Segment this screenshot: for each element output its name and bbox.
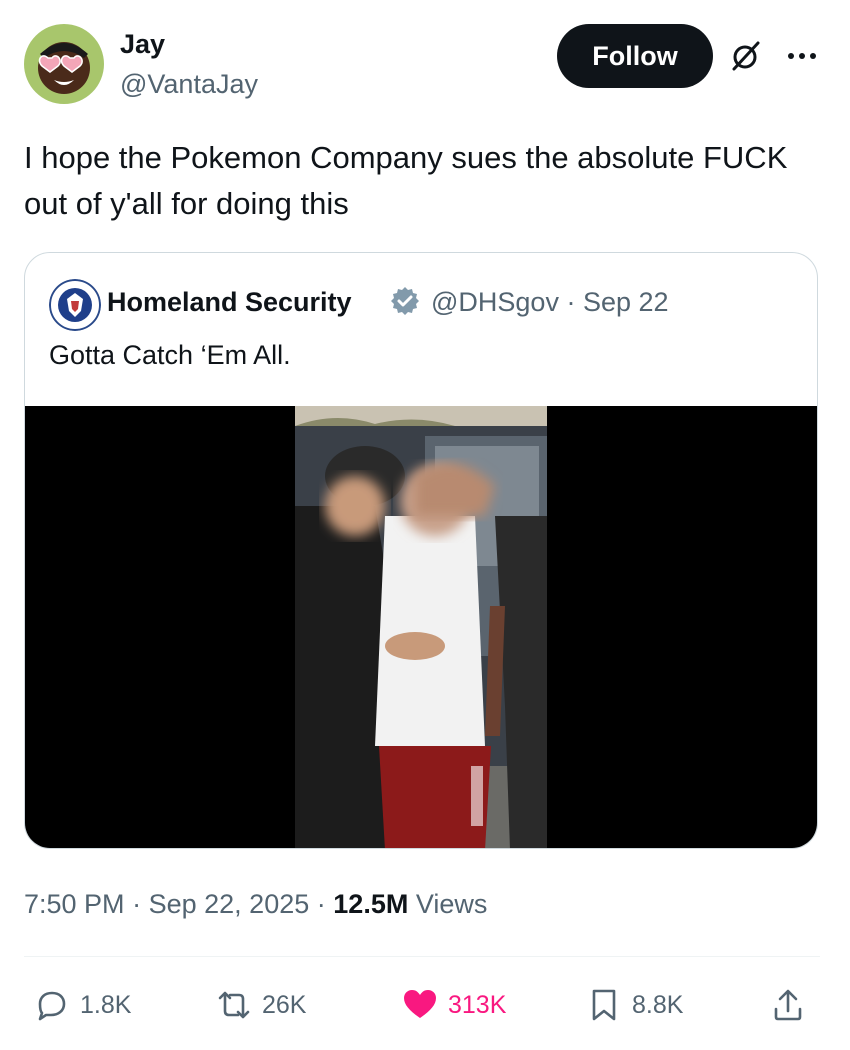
quote-date[interactable]: Sep 22 (583, 287, 669, 317)
reply-count: 1.8K (80, 990, 132, 1019)
bookmark-button[interactable]: 8.8K (586, 978, 683, 1032)
quote-media[interactable] (25, 406, 817, 848)
tweet-text: I hope the Pokemon Company sues the abso… (24, 140, 788, 221)
more-icon[interactable] (784, 38, 820, 74)
quote-meta: @DHSgov · Sep 22 (431, 285, 669, 319)
quote-separator: · (566, 287, 576, 317)
meta-separator: · (132, 889, 142, 919)
like-count: 313K (448, 990, 507, 1019)
share-icon (774, 989, 802, 1021)
quote-author-handle[interactable]: @DHSgov (431, 287, 559, 317)
views-label: Views (415, 889, 488, 919)
avatar-heart-sunglasses-icon (24, 24, 104, 104)
like-button[interactable]: 313K (402, 978, 506, 1032)
quote-author-name[interactable]: Homeland Security (107, 285, 352, 319)
follow-button[interactable]: Follow (557, 24, 713, 88)
quote-author-avatar[interactable] (49, 279, 101, 331)
bookmark-count: 8.8K (632, 990, 684, 1019)
verified-badge-icon (389, 285, 421, 317)
timestamp-row: 7:50 PM · Sep 22, 2025 · 12.5M Views (24, 886, 487, 922)
tweet-time[interactable]: 7:50 PM (24, 889, 125, 919)
quote-tweet-card[interactable]: Homeland Security @DHSgov · Sep 22 Gotta… (24, 252, 818, 849)
author-name[interactable]: Jay (120, 28, 165, 60)
reply-icon (38, 991, 66, 1021)
divider (24, 956, 820, 957)
repost-button[interactable]: 26K (216, 978, 306, 1032)
grok-icon[interactable] (728, 38, 764, 74)
video-thumbnail (295, 406, 547, 848)
meta-separator: · (316, 889, 326, 919)
bookmark-icon (592, 989, 616, 1021)
reply-button[interactable]: 1.8K (34, 978, 131, 1032)
author-avatar[interactable] (24, 24, 104, 104)
dhs-seal-icon (49, 279, 101, 331)
action-bar: 1.8K 26K 313K 8.8K (0, 978, 850, 1032)
heart-icon (404, 990, 436, 1018)
tweet-date[interactable]: Sep 22, 2025 (149, 889, 310, 919)
repost-count: 26K (262, 990, 307, 1019)
share-button[interactable] (770, 978, 816, 1032)
repost-icon (218, 991, 250, 1019)
views-count: 12.5M (333, 889, 409, 919)
quote-text: Gotta Catch ‘Em All. (49, 340, 291, 370)
author-handle[interactable]: @VantaJay (120, 68, 258, 100)
